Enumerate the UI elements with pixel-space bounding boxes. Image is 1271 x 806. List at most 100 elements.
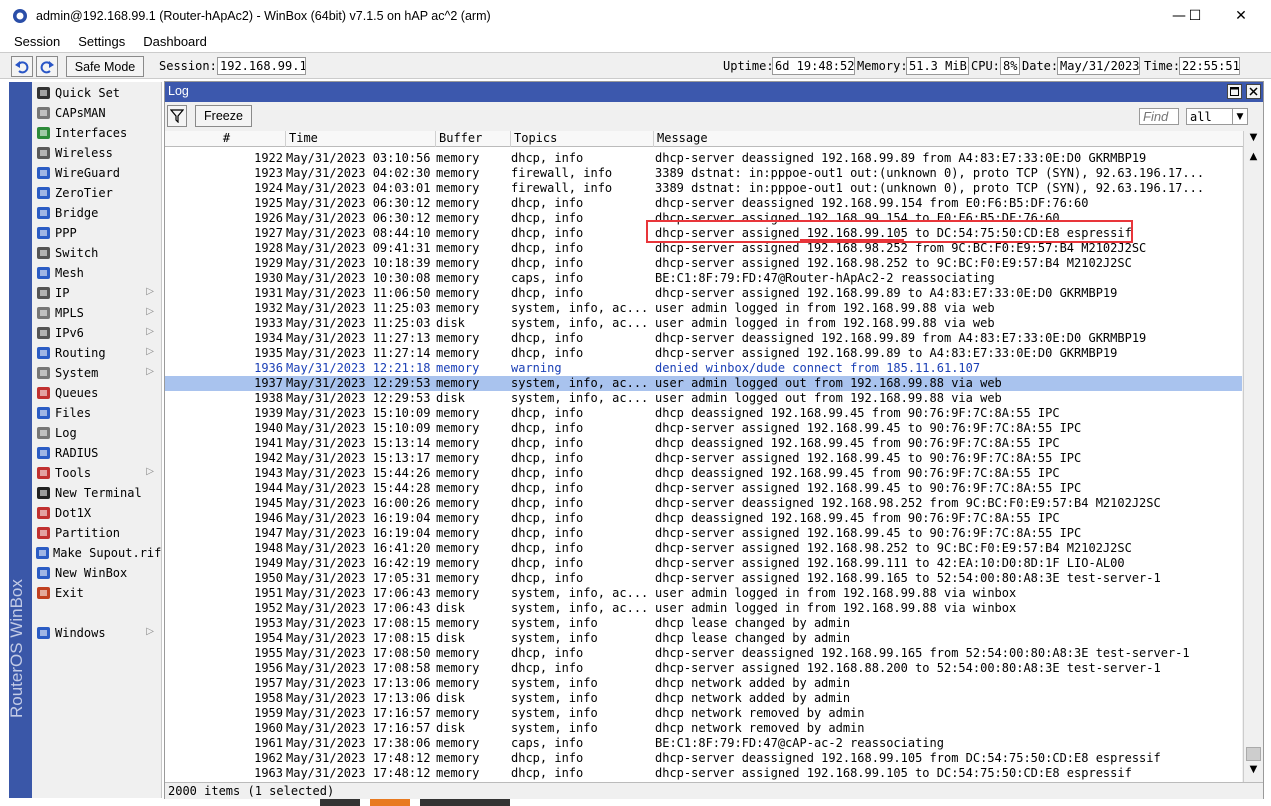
sidebar-item-new-terminal[interactable]: New Terminal — [32, 483, 160, 503]
sidebar-item-new-winbox[interactable]: New WinBox — [32, 563, 160, 583]
sidebar-item-wireless[interactable]: Wireless — [32, 143, 160, 163]
windows-icon — [35, 625, 52, 641]
sidebar-item-interfaces[interactable]: Interfaces — [32, 123, 160, 143]
log-row[interactable]: 1942 May/31/2023 15:13:17 memory dhcp, info… — [165, 451, 1242, 466]
sidebar-item-routing[interactable]: Routing ▷ — [32, 343, 160, 363]
sidebar-item-capsman[interactable]: CAPsMAN — [32, 103, 160, 123]
session-field[interactable]: 192.168.99.1 — [217, 57, 306, 75]
sidebar-item-system[interactable]: System ▷ — [32, 363, 160, 383]
log-row[interactable]: 1940 May/31/2023 15:10:09 memory dhcp, info… — [165, 421, 1242, 436]
log-row[interactable]: 1922 May/31/2023 03:10:56 memory dhcp, info… — [165, 151, 1242, 166]
sidebar-item-partition[interactable]: Partition — [32, 523, 160, 543]
sidebar-item-zerotier[interactable]: ZeroTier — [32, 183, 160, 203]
log-row[interactable]: 1962 May/31/2023 17:48:12 memory dhcp, info… — [165, 751, 1242, 766]
log-row[interactable]: 1960 May/31/2023 17:16:57 disk system, info… — [165, 721, 1242, 736]
sidebar-item-log[interactable]: Log — [32, 423, 160, 443]
menu-dashboard[interactable]: Dashboard — [143, 34, 207, 49]
log-row[interactable]: 1963 May/31/2023 17:48:12 memory dhcp, info… — [165, 766, 1242, 781]
menu-settings[interactable]: Settings — [78, 34, 125, 49]
close-button[interactable]: ✕ — [1218, 0, 1264, 31]
log-row[interactable]: 1959 May/31/2023 17:16:57 memory system, in… — [165, 706, 1242, 721]
log-row[interactable]: 1953 May/31/2023 17:08:15 memory system, in… — [165, 616, 1242, 631]
filter-button[interactable] — [167, 105, 187, 127]
menu-session[interactable]: Session — [14, 34, 60, 49]
log-row[interactable]: 1938 May/31/2023 12:29:53 disk system, info… — [165, 391, 1242, 406]
scrollbar-thumb[interactable] — [1246, 747, 1261, 761]
log-row[interactable]: 1930 May/31/2023 10:30:08 memory caps, info… — [165, 271, 1242, 286]
col-time[interactable]: Time — [286, 131, 436, 147]
log-row[interactable]: 1929 May/31/2023 10:18:39 memory dhcp, info… — [165, 256, 1242, 271]
sidebar-item-tools[interactable]: Tools ▷ — [32, 463, 160, 483]
log-row[interactable]: 1932 May/31/2023 11:25:03 memory system, in… — [165, 301, 1242, 316]
col-number[interactable]: # — [165, 131, 286, 147]
sidebar-item-make-supout-rif[interactable]: Make Supout.rif — [32, 543, 161, 563]
log-row[interactable]: 1955 May/31/2023 17:08:50 memory dhcp, info… — [165, 646, 1242, 661]
log-row[interactable]: 1949 May/31/2023 16:42:19 memory dhcp, info… — [165, 556, 1242, 571]
sidebar-item-exit[interactable]: Exit — [32, 583, 160, 603]
log-row[interactable]: 1954 May/31/2023 17:08:15 disk system, info… — [165, 631, 1242, 646]
topic-filter-select[interactable]: all ▼ — [1186, 108, 1248, 125]
log-row[interactable]: 1947 May/31/2023 16:19:04 memory dhcp, info… — [165, 526, 1242, 541]
sidebar-item-mpls[interactable]: MPLS ▷ — [32, 303, 160, 323]
log-row[interactable]: 1944 May/31/2023 15:44:28 memory dhcp, info… — [165, 481, 1242, 496]
row-topics: system, info — [511, 631, 598, 645]
routeros-brand-strip: RouterOS WinBox — [9, 82, 32, 798]
window-restore-button[interactable] — [1227, 84, 1242, 99]
sidebar-item-mesh[interactable]: Mesh — [32, 263, 160, 283]
log-row[interactable]: 1948 May/31/2023 16:41:20 memory dhcp, info… — [165, 541, 1242, 556]
sidebar-item-windows[interactable]: Windows ▷ — [32, 623, 160, 643]
log-scrollbar[interactable]: ▼ ▲ ▼ — [1243, 131, 1263, 783]
sidebar-item-bridge[interactable]: Bridge — [32, 203, 160, 223]
log-row[interactable]: 1931 May/31/2023 11:06:50 memory dhcp, info… — [165, 286, 1242, 301]
log-row[interactable]: 1943 May/31/2023 15:44:26 memory dhcp, info… — [165, 466, 1242, 481]
col-message[interactable]: Message — [654, 131, 1243, 147]
log-row[interactable]: 1933 May/31/2023 11:25:03 disk system, info… — [165, 316, 1242, 331]
col-buffer[interactable]: Buffer — [436, 131, 511, 147]
log-row[interactable]: 1956 May/31/2023 17:08:58 memory dhcp, info… — [165, 661, 1242, 676]
sidebar-item-queues[interactable]: Queues — [32, 383, 160, 403]
log-row[interactable]: 1951 May/31/2023 17:06:43 memory system, in… — [165, 586, 1242, 601]
sidebar-item-radius[interactable]: RADIUS — [32, 443, 160, 463]
row-number: 1930 — [254, 271, 283, 285]
log-row[interactable]: 1935 May/31/2023 11:27:14 memory dhcp, info… — [165, 346, 1242, 361]
log-row[interactable]: 1936 May/31/2023 12:21:18 memory warning den… — [165, 361, 1242, 376]
log-row[interactable]: 1924 May/31/2023 04:03:01 memory firewall, … — [165, 181, 1242, 196]
find-input[interactable] — [1139, 108, 1179, 125]
maximize-button[interactable]: ☐ — [1172, 0, 1218, 31]
sidebar-item-switch[interactable]: Switch — [32, 243, 160, 263]
log-row[interactable]: 1950 May/31/2023 17:05:31 memory dhcp, info… — [165, 571, 1242, 586]
scroll-up-arrow-icon[interactable]: ▲ — [1246, 151, 1261, 164]
sidebar-item-label: RADIUS — [55, 446, 99, 460]
sidebar-item-files[interactable]: Files — [32, 403, 160, 423]
memory-label: Memory: — [857, 59, 908, 73]
sidebar-item-ppp[interactable]: PPP — [32, 223, 160, 243]
log-row[interactable]: 1923 May/31/2023 04:02:30 memory firewall, … — [165, 166, 1242, 181]
sidebar-item-ipv6[interactable]: IPv6 ▷ — [32, 323, 160, 343]
log-row[interactable]: 1952 May/31/2023 17:06:43 disk system, info… — [165, 601, 1242, 616]
col-topics[interactable]: Topics — [511, 131, 654, 147]
log-row[interactable]: 1934 May/31/2023 11:27:13 memory dhcp, info… — [165, 331, 1242, 346]
log-row[interactable]: 1945 May/31/2023 16:00:26 memory dhcp, info… — [165, 496, 1242, 511]
log-row[interactable]: 1961 May/31/2023 17:38:06 memory caps, info… — [165, 736, 1242, 751]
log-row[interactable]: 1957 May/31/2023 17:13:06 memory system, in… — [165, 676, 1242, 691]
mesh-icon — [35, 265, 52, 281]
uptime-label: Uptime: — [723, 59, 774, 73]
window-close-button[interactable] — [1246, 84, 1261, 99]
sidebar-item-dot1x[interactable]: Dot1X — [32, 503, 160, 523]
chevron-down-icon[interactable]: ▼ — [1246, 132, 1261, 145]
undo-button[interactable] — [11, 56, 33, 77]
log-row[interactable]: 1946 May/31/2023 16:19:04 memory dhcp, info… — [165, 511, 1242, 526]
freeze-button[interactable]: Freeze — [195, 105, 252, 127]
safe-mode-button[interactable]: Safe Mode — [66, 56, 144, 77]
sidebar-item-quick-set[interactable]: Quick Set — [32, 83, 160, 103]
log-row[interactable]: 1939 May/31/2023 15:10:09 memory dhcp, info… — [165, 406, 1242, 421]
redo-button[interactable] — [36, 56, 58, 77]
scroll-down-arrow-icon[interactable]: ▼ — [1246, 764, 1261, 777]
log-row[interactable]: 1958 May/31/2023 17:13:06 disk system, info… — [165, 691, 1242, 706]
log-row[interactable]: 1941 May/31/2023 15:13:14 memory dhcp, info… — [165, 436, 1242, 451]
sidebar-item-ip[interactable]: IP ▷ — [32, 283, 160, 303]
sidebar-item-wireguard[interactable]: WireGuard — [32, 163, 160, 183]
log-row[interactable]: 1928 May/31/2023 09:41:31 memory dhcp, info… — [165, 241, 1242, 256]
log-row[interactable]: 1925 May/31/2023 06:30:12 memory dhcp, info… — [165, 196, 1242, 211]
log-row[interactable]: 1937 May/31/2023 12:29:53 memory system, in… — [165, 376, 1242, 391]
